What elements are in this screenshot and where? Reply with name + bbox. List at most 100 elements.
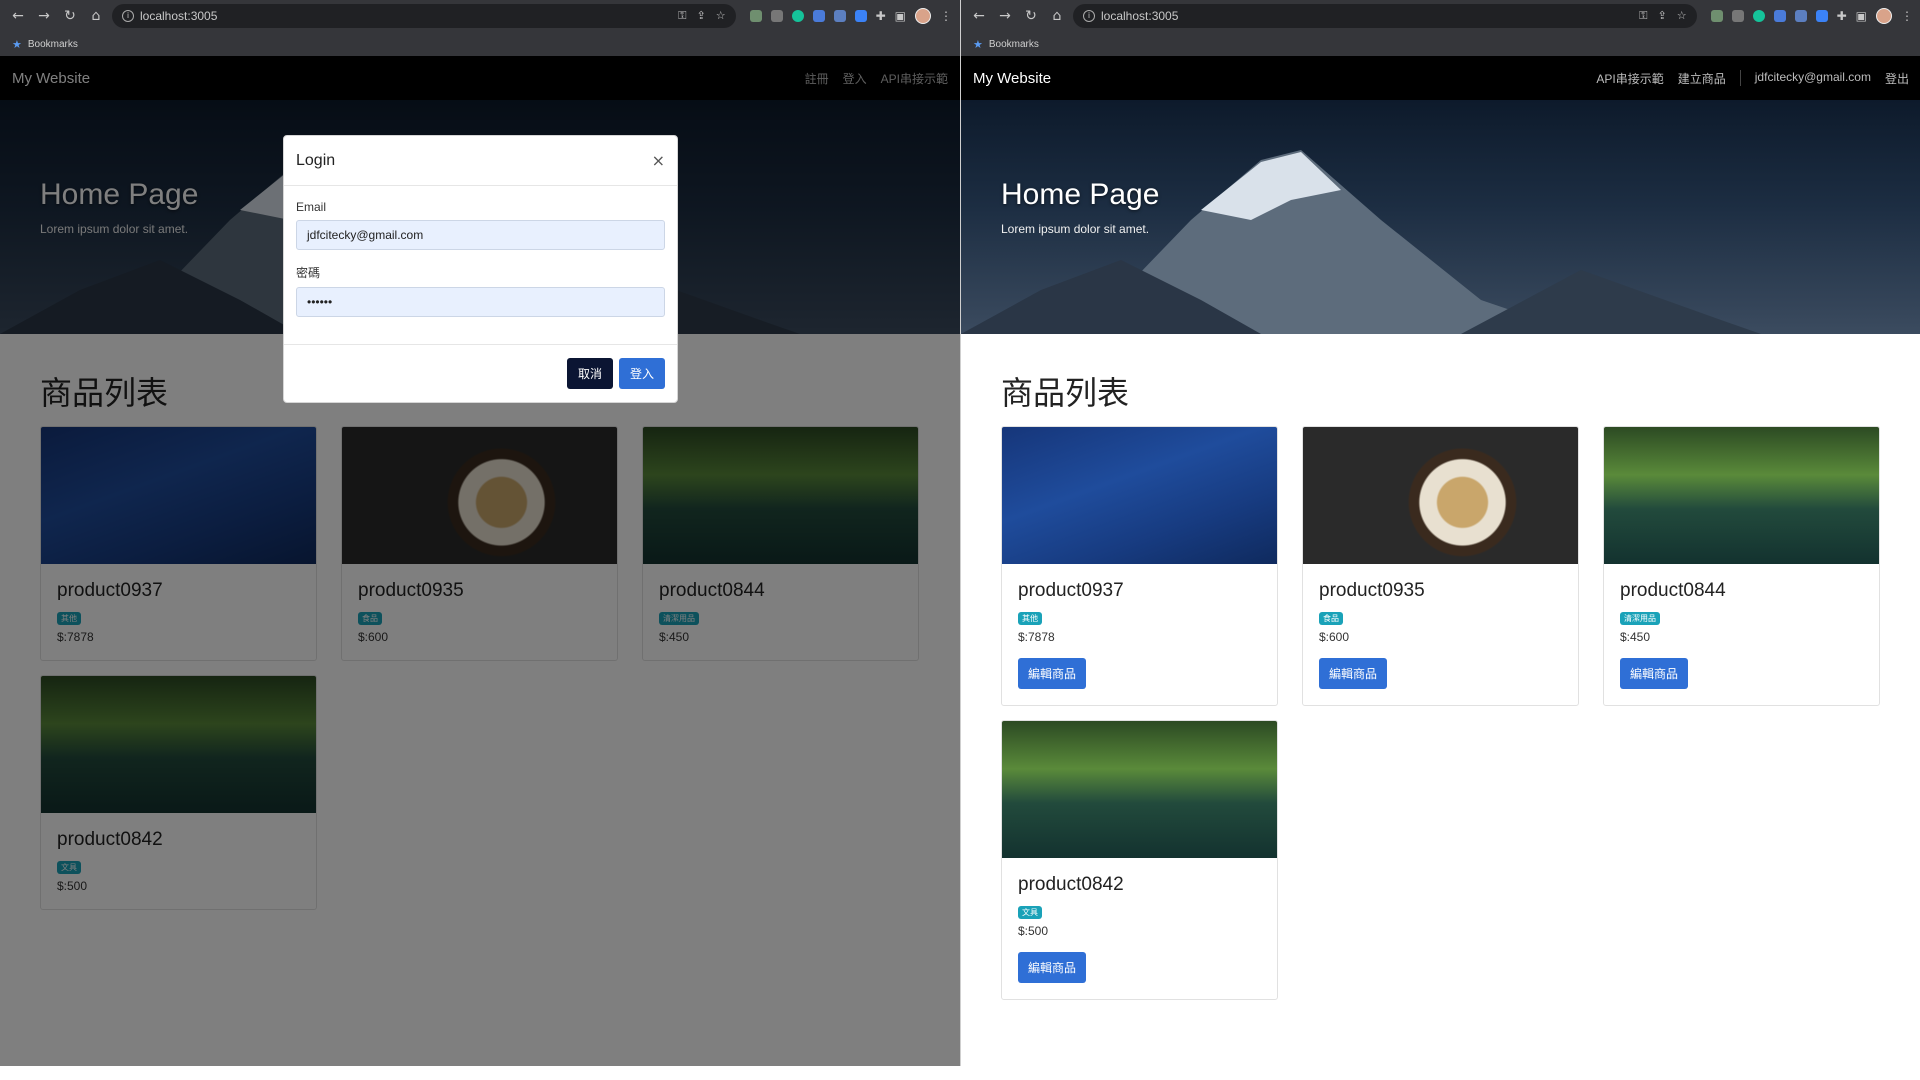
product-image xyxy=(1002,427,1277,564)
puzzle-icon[interactable]: ✚ xyxy=(876,9,886,23)
home-icon[interactable]: ⌂ xyxy=(86,6,106,26)
product-card[interactable]: product0937 其他 $:7878 編輯商品 xyxy=(1001,426,1278,706)
puzzle-icon[interactable]: ✚ xyxy=(1837,9,1847,23)
screen: ← → ↻ ⌂ i localhost:3005 ⚿ ⇪ ☆ ✚ ▣ ⋮ ★ B… xyxy=(0,0,1920,1080)
bookmark-star-icon[interactable]: ☆ xyxy=(716,9,726,23)
nav-api-demo[interactable]: API串接示範 xyxy=(1596,70,1663,87)
nav-separator xyxy=(1739,69,1741,86)
edit-product-button[interactable]: 編輯商品 xyxy=(1319,658,1388,689)
menu-icon[interactable]: ⋮ xyxy=(940,9,952,23)
product-name: product0935 xyxy=(1319,580,1425,601)
bookmarks-bar: ★ Bookmarks xyxy=(0,32,960,56)
section-title: 商品列表 xyxy=(1001,374,1130,412)
password-field[interactable]: •••••• xyxy=(296,287,665,317)
main-content: 商品列表 product0937 其他 $:7878 編輯商品 product0… xyxy=(961,334,1920,1000)
key-icon[interactable]: ⚿ xyxy=(678,9,686,23)
email-label: Email xyxy=(296,200,327,214)
close-icon[interactable]: × xyxy=(652,151,665,170)
site-info-icon[interactable]: i xyxy=(122,10,134,22)
site-navbar: My Website API串接示範 建立商品 jdfcitecky@gmail… xyxy=(961,56,1920,100)
bookmarks-icon: ★ xyxy=(12,37,22,51)
profile-avatar[interactable] xyxy=(1876,8,1892,24)
browser-chrome: ← → ↻ ⌂ i localhost:3005 ⚿ ⇪ ☆ ✚ ▣ ⋮ ★ B… xyxy=(961,0,1920,56)
grammarly-icon[interactable] xyxy=(791,10,804,22)
category-badge: 文具 xyxy=(1018,906,1042,919)
home-icon[interactable]: ⌂ xyxy=(1047,6,1067,26)
left-browser-window: ← → ↻ ⌂ i localhost:3005 ⚿ ⇪ ☆ ✚ ▣ ⋮ ★ B… xyxy=(0,0,960,1066)
product-name: product0937 xyxy=(1018,580,1124,601)
sidepanel-icon[interactable]: ▣ xyxy=(895,9,906,23)
nav-links: API串接示範 建立商品 jdfcitecky@gmail.com 登出 xyxy=(1596,69,1909,87)
site-info-icon[interactable]: i xyxy=(1083,10,1095,22)
product-image xyxy=(1604,427,1879,564)
reload-icon[interactable]: ↻ xyxy=(1021,6,1041,26)
back-icon[interactable]: ← xyxy=(969,6,989,26)
right-browser-window: ← → ↻ ⌂ i localhost:3005 ⚿ ⇪ ☆ ✚ ▣ ⋮ ★ B… xyxy=(961,0,1920,1066)
bookmarks-bar: ★ Bookmarks xyxy=(961,32,1920,56)
download-icon[interactable] xyxy=(1815,10,1828,22)
extension-icon[interactable] xyxy=(770,10,783,22)
bookmarks-label[interactable]: Bookmarks xyxy=(28,39,78,50)
share-icon[interactable]: ⇪ xyxy=(697,9,706,23)
reload-icon[interactable]: ↻ xyxy=(60,6,80,26)
share-icon[interactable]: ⇪ xyxy=(1658,9,1667,23)
product-grid: product0937 其他 $:7878 編輯商品 product0935 食… xyxy=(1001,426,1881,1000)
email-field[interactable]: jdfcitecky@gmail.com xyxy=(296,220,665,250)
translate-icon[interactable] xyxy=(812,10,825,22)
category-badge: 食品 xyxy=(1319,612,1343,625)
download-icon[interactable] xyxy=(854,10,867,22)
product-card[interactable]: product0935 食品 $:600 編輯商品 xyxy=(1302,426,1579,706)
profile-avatar[interactable] xyxy=(915,8,931,24)
product-image xyxy=(1303,427,1578,564)
url-text: localhost:3005 xyxy=(1101,9,1179,23)
browser-chrome: ← → ↻ ⌂ i localhost:3005 ⚿ ⇪ ☆ ✚ ▣ ⋮ ★ B… xyxy=(0,0,960,56)
product-price: $:500 xyxy=(1018,924,1049,938)
modal-title: Login xyxy=(296,151,336,169)
hero-banner: Home Page Lorem ipsum dolor sit amet. xyxy=(961,100,1920,334)
edit-product-button[interactable]: 編輯商品 xyxy=(1018,952,1087,983)
product-card[interactable]: product0842 文具 $:500 編輯商品 xyxy=(1001,720,1278,1000)
login-button[interactable]: 登入 xyxy=(618,358,665,389)
forward-icon[interactable]: → xyxy=(995,6,1015,26)
category-badge: 其他 xyxy=(1018,612,1042,625)
password-label: 密碼 xyxy=(296,266,321,280)
nav-user-email[interactable]: jdfcitecky@gmail.com xyxy=(1755,70,1871,87)
site-brand[interactable]: My Website xyxy=(973,70,1051,87)
hero-subtitle: Lorem ipsum dolor sit amet. xyxy=(1001,222,1150,236)
grammarly-icon[interactable] xyxy=(1752,10,1765,22)
cancel-button[interactable]: 取消 xyxy=(566,358,613,389)
category-badge: 清潔用品 xyxy=(1620,612,1660,625)
bookmark-star-icon[interactable]: ☆ xyxy=(1677,9,1687,23)
address-bar[interactable]: i localhost:3005 ⚿ ⇪ ☆ xyxy=(1073,4,1697,28)
back-icon[interactable]: ← xyxy=(8,6,28,26)
extension-icon[interactable] xyxy=(1794,10,1807,22)
key-icon[interactable]: ⚿ xyxy=(1639,9,1647,23)
modal-backdrop[interactable]: Login × Email jdfcitecky@gmail.com 密碼 ••… xyxy=(0,56,960,1066)
translate-icon[interactable] xyxy=(1773,10,1786,22)
login-modal: Login × Email jdfcitecky@gmail.com 密碼 ••… xyxy=(283,135,678,403)
edit-product-button[interactable]: 編輯商品 xyxy=(1018,658,1087,689)
product-price: $:7878 xyxy=(1018,630,1055,644)
nav-logout[interactable]: 登出 xyxy=(1885,70,1909,87)
menu-icon[interactable]: ⋮ xyxy=(1901,9,1913,23)
mountain-image xyxy=(961,150,1761,334)
product-name: product0844 xyxy=(1620,580,1726,601)
address-bar[interactable]: i localhost:3005 ⚿ ⇪ ☆ xyxy=(112,4,736,28)
nav-create-product[interactable]: 建立商品 xyxy=(1678,70,1726,87)
extension-icon[interactable] xyxy=(749,10,762,22)
sidepanel-icon[interactable]: ▣ xyxy=(1856,9,1867,23)
bookmarks-icon: ★ xyxy=(973,37,983,51)
product-image xyxy=(1002,721,1277,858)
product-price: $:600 xyxy=(1319,630,1350,644)
forward-icon[interactable]: → xyxy=(34,6,54,26)
extension-icon[interactable] xyxy=(833,10,846,22)
extension-icon[interactable] xyxy=(1731,10,1744,22)
hero-title: Home Page xyxy=(1001,178,1160,211)
edit-product-button[interactable]: 編輯商品 xyxy=(1620,658,1689,689)
url-text: localhost:3005 xyxy=(140,9,218,23)
product-name: product0842 xyxy=(1018,874,1124,895)
bookmarks-label[interactable]: Bookmarks xyxy=(989,39,1039,50)
product-card[interactable]: product0844 清潔用品 $:450 編輯商品 xyxy=(1603,426,1880,706)
product-price: $:450 xyxy=(1620,630,1651,644)
extension-icon[interactable] xyxy=(1710,10,1723,22)
